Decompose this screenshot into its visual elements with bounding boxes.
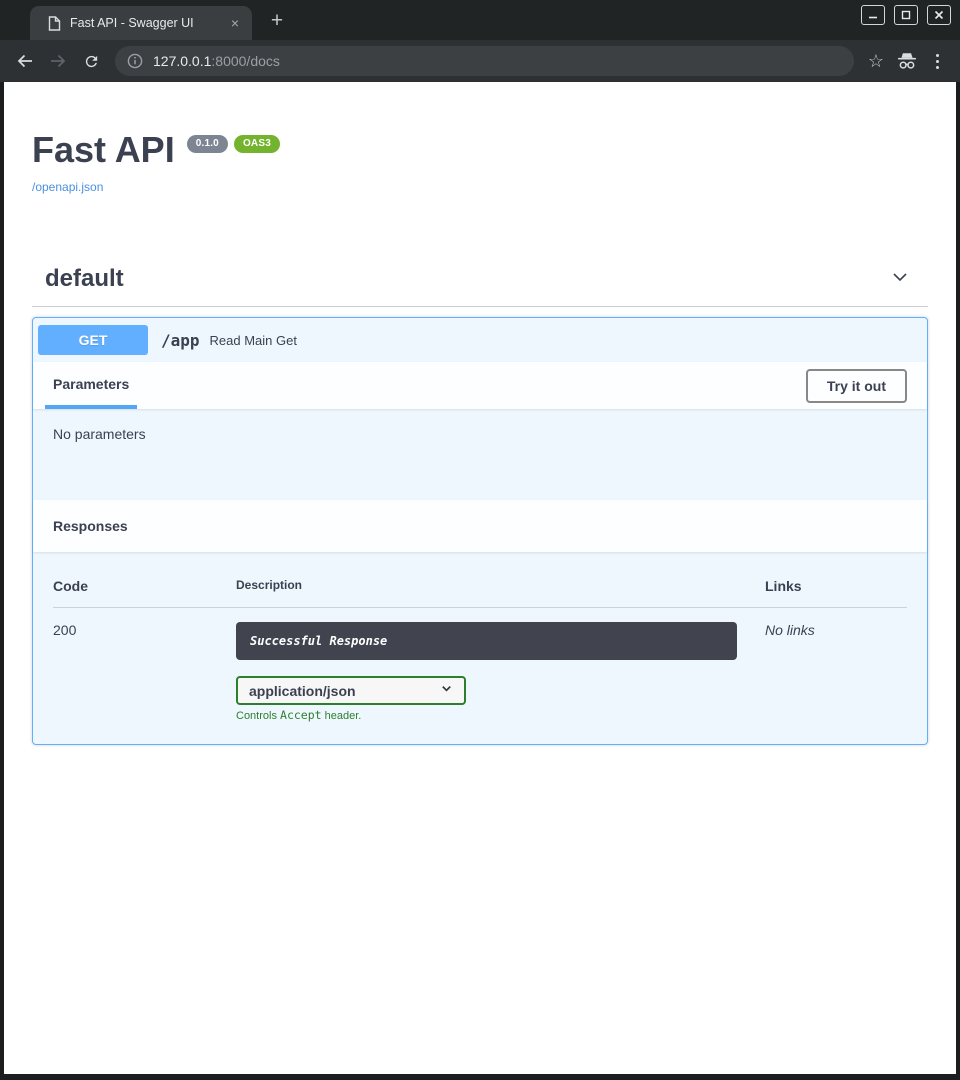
minimize-button[interactable] — [861, 5, 885, 25]
maximize-button[interactable] — [894, 5, 918, 25]
new-tab-button[interactable]: + — [262, 6, 292, 36]
version-badge: 0.1.0 — [187, 135, 228, 153]
forward-icon[interactable] — [43, 46, 73, 76]
browser-toolbar: 127.0.0.1:8000/docs ☆ — [0, 40, 960, 82]
api-info: Fast API 0.1.0 OAS3 /openapi.json — [32, 82, 928, 196]
operation-summary-text: Read Main Get — [210, 333, 297, 348]
url-host: 127.0.0.1 — [153, 53, 211, 69]
response-description: Successful Response — [236, 622, 737, 660]
operation-path: /app — [161, 331, 200, 350]
site-info-icon[interactable] — [127, 53, 143, 69]
openapi-spec-link[interactable]: /openapi.json — [32, 180, 103, 194]
try-it-out-button[interactable]: Try it out — [806, 369, 907, 403]
oas3-badge: OAS3 — [234, 135, 280, 153]
bookmark-star-icon[interactable]: ☆ — [862, 47, 890, 75]
tag-name: default — [45, 265, 124, 293]
window-controls — [861, 5, 951, 25]
tag-section-default: default GET /app Read Main Get Parameter… — [32, 255, 928, 745]
responses-title: Responses — [53, 518, 128, 534]
swagger-page: Fast API 0.1.0 OAS3 /openapi.json defaul… — [4, 82, 956, 1074]
parameters-header: Parameters Try it out — [33, 362, 927, 409]
responses-header: Responses — [33, 500, 927, 552]
page-favicon-icon — [48, 16, 61, 31]
back-icon[interactable] — [10, 46, 40, 76]
reload-icon[interactable] — [76, 46, 106, 76]
tab-parameters[interactable]: Parameters — [45, 362, 137, 409]
url-path: :8000/docs — [211, 53, 280, 69]
http-method-badge: GET — [38, 325, 148, 355]
col-header-links: Links — [765, 578, 907, 594]
responses-table-header: Code Description Links — [53, 578, 907, 608]
operation-summary[interactable]: GET /app Read Main Get — [33, 318, 927, 362]
media-type-select[interactable]: application/json — [236, 676, 466, 705]
tab-title: Fast API - Swagger UI — [70, 16, 226, 30]
responses-table: Code Description Links 200 Successful Re… — [33, 552, 927, 744]
response-links: No links — [765, 622, 907, 722]
address-bar[interactable]: 127.0.0.1:8000/docs — [115, 46, 854, 76]
incognito-icon — [890, 47, 924, 75]
opblock-get-app: GET /app Read Main Get Parameters Try it… — [32, 317, 928, 745]
close-window-button[interactable] — [927, 5, 951, 25]
no-parameters-text: No parameters — [53, 426, 146, 442]
browser-menu-icon[interactable] — [924, 47, 950, 75]
response-description-cell: Successful Response application/json Con… — [236, 622, 765, 722]
browser-titlebar: Fast API - Swagger UI × + — [0, 0, 960, 40]
col-header-code: Code — [53, 578, 236, 594]
response-row-200: 200 Successful Response application/json… — [53, 608, 907, 722]
parameters-tab-label: Parameters — [53, 376, 129, 392]
collapse-chevron-icon[interactable] — [890, 267, 910, 292]
response-code: 200 — [53, 622, 236, 722]
tab-close-icon[interactable]: × — [226, 14, 244, 32]
browser-tab[interactable]: Fast API - Swagger UI × — [30, 6, 252, 40]
media-type-value: application/json — [249, 683, 356, 699]
accept-code: Accept — [280, 708, 322, 722]
select-chevron-icon — [440, 682, 453, 700]
parameters-body: No parameters — [33, 409, 927, 500]
page-title: Fast API — [32, 129, 175, 171]
accept-header-note: Controls Accept header. — [236, 708, 765, 722]
tag-header[interactable]: default — [32, 255, 928, 307]
col-header-description: Description — [236, 578, 765, 594]
